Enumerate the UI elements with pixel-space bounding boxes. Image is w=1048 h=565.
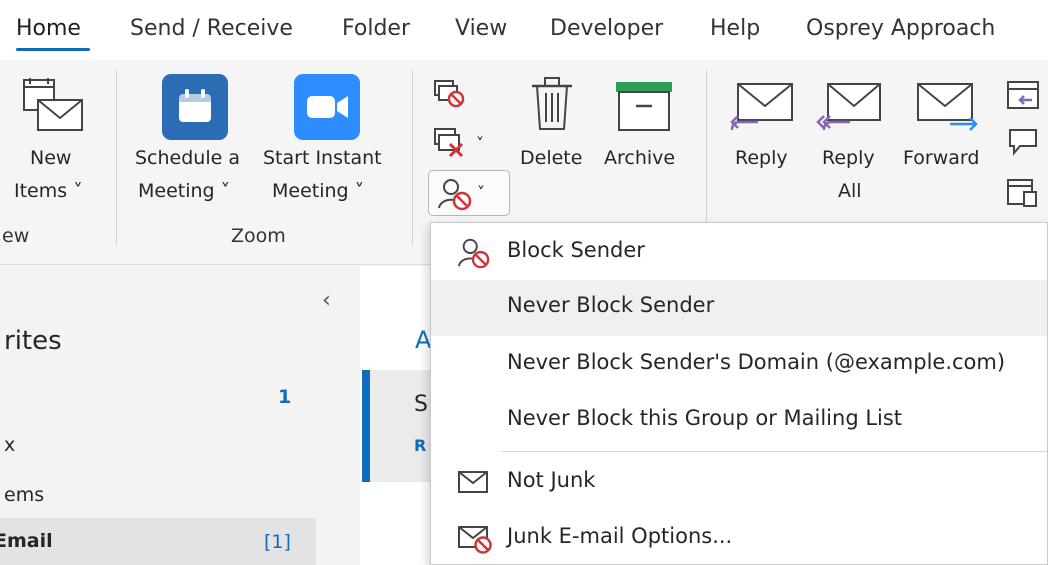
new-group-label: ew xyxy=(2,225,30,247)
zoom-schedule-tile xyxy=(162,74,228,140)
trash-icon xyxy=(532,77,572,130)
ribbon-separator xyxy=(412,70,413,245)
chevron-down-icon: ˅ xyxy=(477,183,485,202)
menu-divider xyxy=(501,451,1047,452)
meeting-reply-icon[interactable] xyxy=(1006,78,1046,112)
message-sender: S xyxy=(414,392,428,417)
active-tab-indicator xyxy=(16,48,90,51)
menu-item-label: Never Block this Group or Mailing List xyxy=(507,406,903,430)
ribbon-tab-bar: Home Send / Receive Folder View Develope… xyxy=(0,0,1048,60)
cleanup-icon xyxy=(434,128,464,158)
more-respond-icon[interactable] xyxy=(1006,176,1046,210)
message-list-item-selected[interactable] xyxy=(362,370,440,482)
video-camera-icon xyxy=(307,96,348,118)
im-reply-icon[interactable] xyxy=(1006,126,1046,158)
start-instant-label-2: Meeting ˅ xyxy=(272,180,365,202)
schedule-meeting-label-1: Schedule a xyxy=(135,147,240,169)
message-subject: R xyxy=(414,436,427,455)
reply-all-label-2: All xyxy=(838,180,862,202)
reply-all-label-1: Reply xyxy=(822,147,875,169)
tab-send-receive[interactable]: Send / Receive xyxy=(130,16,293,41)
tab-view[interactable]: View xyxy=(455,16,507,41)
ribbon-separator xyxy=(706,70,707,245)
folder-inbox[interactable]: x xyxy=(4,434,15,456)
menu-item-never-block-group[interactable]: Never Block this Group or Mailing List xyxy=(431,393,1047,449)
menu-item-label: Block Sender xyxy=(507,238,645,262)
reply-all-icon xyxy=(816,83,881,131)
envelope-icon xyxy=(458,471,488,493)
menu-item-never-block-domain[interactable]: Never Block Sender's Domain (@example.co… xyxy=(431,337,1047,393)
folder-junk-email[interactable]: Email xyxy=(0,530,53,552)
menu-item-never-block-sender[interactable]: Never Block Sender xyxy=(431,280,1047,336)
new-items-label-1: New xyxy=(30,147,72,169)
zoom-group-label: Zoom xyxy=(231,225,286,247)
collapse-pane-icon[interactable]: ‹ xyxy=(322,288,331,313)
tab-help[interactable]: Help xyxy=(710,16,760,41)
schedule-meeting-label-2: Meeting ˅ xyxy=(138,180,231,202)
forward-icon xyxy=(917,83,978,131)
reply-label: Reply xyxy=(735,147,788,169)
block-person-icon xyxy=(458,238,490,269)
junk-button[interactable]: ˅ xyxy=(428,170,510,216)
tab-osprey-approach[interactable]: Osprey Approach xyxy=(806,16,995,41)
archive-box-icon xyxy=(616,82,672,131)
menu-item-label: Not Junk xyxy=(507,468,596,492)
menu-item-block-sender[interactable]: Block Sender xyxy=(431,225,1047,281)
calendar-icon xyxy=(179,89,211,122)
block-person-icon xyxy=(438,179,472,211)
envelope-block-icon xyxy=(458,526,492,554)
unread-count: 1 xyxy=(278,386,292,408)
junk-count-badge: [1] xyxy=(264,531,291,553)
delete-label: Delete xyxy=(520,147,583,169)
chevron-down-icon: ˅ xyxy=(476,134,484,153)
tab-home[interactable]: Home xyxy=(16,16,81,41)
start-instant-label-1: Start Instant xyxy=(263,147,382,169)
menu-item-label: Never Block Sender's Domain (@example.co… xyxy=(507,350,1006,374)
message-list-header[interactable]: A xyxy=(415,326,431,354)
menu-item-label: Junk E-mail Options... xyxy=(507,524,733,548)
tab-developer[interactable]: Developer xyxy=(550,16,663,41)
tab-folder[interactable]: Folder xyxy=(342,16,410,41)
selection-indicator xyxy=(362,370,370,482)
menu-item-junk-options[interactable]: Junk E-mail Options... xyxy=(431,511,1047,565)
new-items-icon xyxy=(23,78,83,131)
favorites-header[interactable]: rites xyxy=(4,326,62,356)
folder-sent-items[interactable]: ems xyxy=(4,484,44,506)
menu-item-label: Never Block Sender xyxy=(507,293,715,317)
forward-label: Forward xyxy=(903,147,980,169)
menu-item-not-junk[interactable]: Not Junk xyxy=(431,455,1047,511)
reply-icon xyxy=(730,83,793,131)
new-items-label-2: Items ˅ xyxy=(14,180,83,202)
archive-label: Archive xyxy=(604,147,676,169)
zoom-instant-tile xyxy=(294,74,360,140)
junk-dropdown-menu: Block Sender Never Block Sender Never Bl… xyxy=(430,222,1048,565)
ribbon-separator xyxy=(116,70,117,245)
ignore-conversation-icon[interactable] xyxy=(434,80,468,110)
